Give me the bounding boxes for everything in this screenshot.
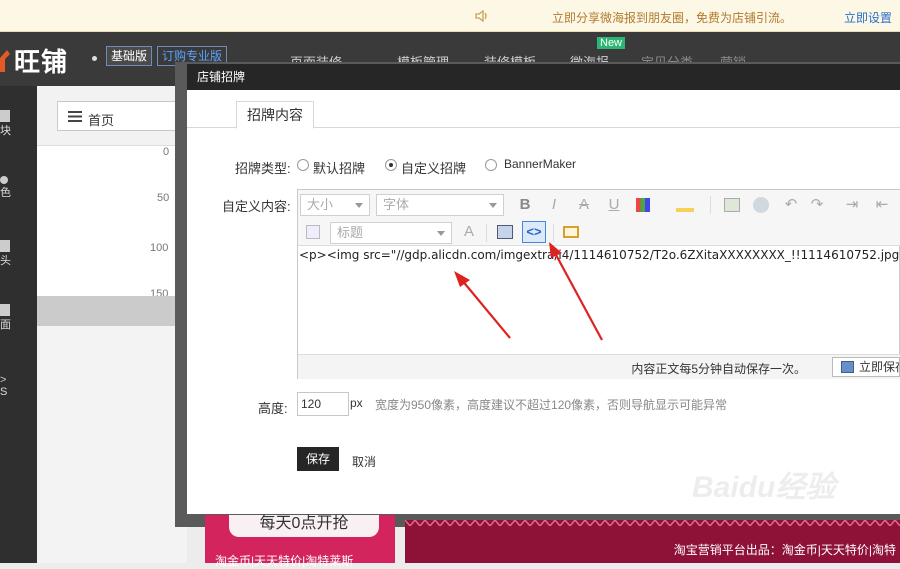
red-arrow-to-source-button bbox=[549, 242, 603, 341]
red-arrow-to-code bbox=[454, 271, 511, 339]
baidu-watermark-url: jingyan.baidu.com bbox=[688, 493, 826, 512]
